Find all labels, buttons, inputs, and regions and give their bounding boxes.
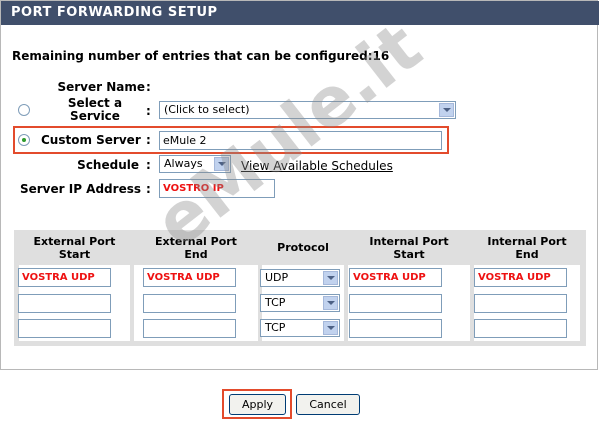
section-header: PORT FORWARDING SETUP: [1, 1, 599, 25]
port-table: External Port Start External Port End Prot…: [14, 230, 586, 346]
service-select-value: (Click to select): [164, 103, 250, 116]
int-start-input[interactable]: VOSTRA UDP: [349, 268, 442, 287]
int-end-input[interactable]: [474, 319, 567, 338]
ext-start-input[interactable]: [18, 319, 111, 338]
custom-server-label: Custom Server: [41, 133, 141, 147]
col-header-line: External Port: [33, 235, 116, 248]
cancel-button[interactable]: Cancel: [296, 394, 360, 415]
ext-end-input[interactable]: VOSTRA UDP: [143, 268, 236, 287]
col-header-line: Internal Port: [487, 235, 567, 248]
protocol-select-value: UDP: [265, 271, 289, 284]
ext-start-input[interactable]: VOSTRA UDP: [18, 268, 111, 287]
select-service-colon: :: [146, 104, 151, 118]
col-header-int-start: Internal Port Start: [348, 235, 470, 263]
chevron-down-icon[interactable]: [323, 271, 338, 285]
custom-server-colon: :: [146, 133, 151, 147]
server-name-colon: :: [146, 80, 151, 94]
chevron-down-icon[interactable]: [323, 321, 338, 335]
col-header-line: Start: [58, 248, 91, 261]
port-forwarding-panel: PORT FORWARDING SETUP Remaining number o…: [0, 0, 599, 370]
protocol-select-value: TCP: [265, 321, 286, 334]
chevron-down-icon[interactable]: [439, 103, 454, 117]
section-title: PORT FORWARDING SETUP: [11, 5, 218, 20]
schedule-label: Schedule: [77, 158, 139, 172]
int-end-input[interactable]: VOSTRA UDP: [474, 268, 567, 287]
protocol-select[interactable]: TCP: [260, 319, 340, 337]
int-start-input[interactable]: [349, 319, 442, 338]
protocol-select-value: TCP: [265, 296, 286, 309]
ext-start-input[interactable]: [18, 294, 111, 313]
server-name-label: Server Name: [57, 80, 145, 94]
col-header-int-end: Internal Port End: [474, 235, 580, 263]
select-service-label-line2: Service: [70, 109, 120, 123]
select-service-label: Select a Service: [51, 97, 139, 123]
chevron-down-icon[interactable]: [323, 296, 338, 310]
apply-button[interactable]: Apply: [229, 394, 286, 415]
ext-end-input[interactable]: [143, 294, 236, 313]
custom-server-radio[interactable]: [18, 134, 30, 146]
col-header-line: Internal Port: [369, 235, 449, 248]
int-start-input[interactable]: [349, 294, 442, 313]
col-header-ext-start: External Port Start: [19, 235, 130, 263]
select-service-radio[interactable]: [18, 104, 30, 116]
ext-end-input[interactable]: [143, 319, 236, 338]
col-header-line: End: [515, 248, 539, 261]
col-header-line: Protocol: [277, 241, 329, 254]
schedule-colon: :: [146, 158, 151, 172]
protocol-select[interactable]: UDP: [260, 269, 340, 287]
protocol-select[interactable]: TCP: [260, 294, 340, 312]
int-end-input[interactable]: [474, 294, 567, 313]
col-header-line: Start: [393, 248, 425, 261]
server-ip-label: Server IP Address: [19, 182, 141, 196]
col-header-protocol: Protocol: [262, 235, 344, 263]
